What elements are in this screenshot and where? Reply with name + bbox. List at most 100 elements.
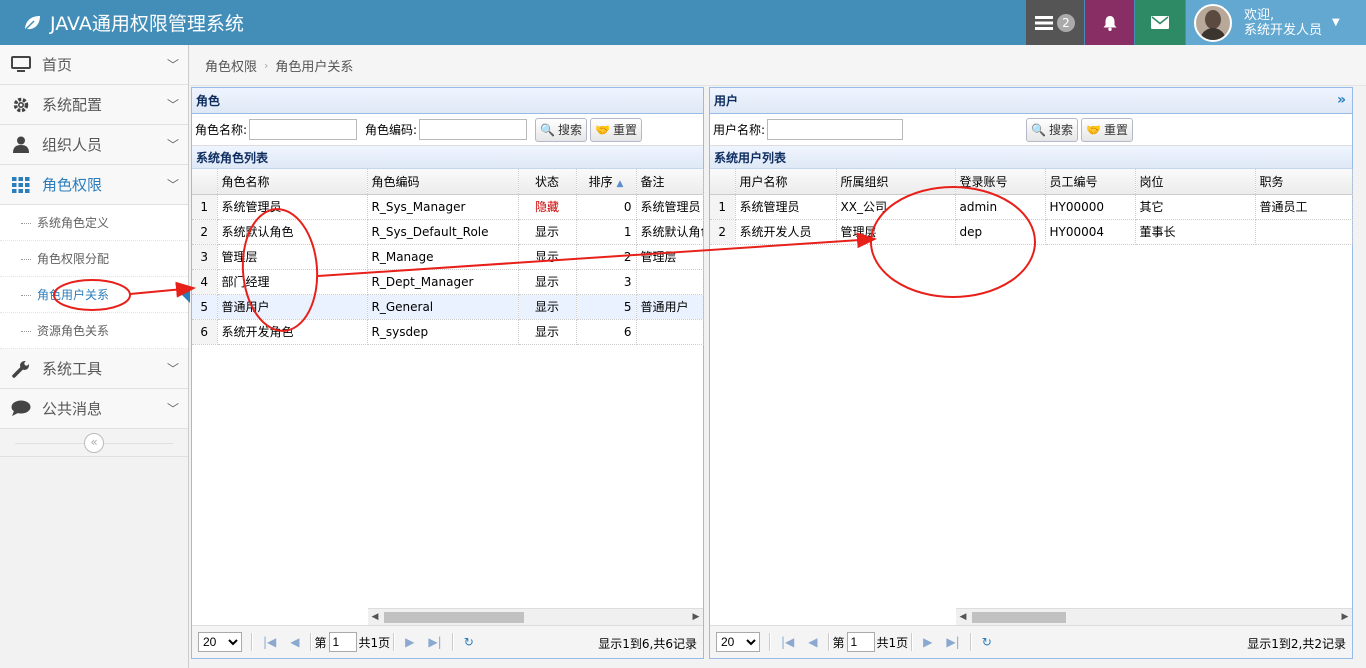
sidebar-subitem-role-definition[interactable]: 系统角色定义 xyxy=(0,205,188,241)
column-header[interactable]: 登录账号 xyxy=(955,169,1046,195)
table-row[interactable]: 2系统默认角色R_Sys_Default_Role显示1系统默认角色 xyxy=(192,219,704,245)
envelope-icon xyxy=(1151,16,1169,29)
row-number-header xyxy=(710,169,736,195)
user-panel-header: 用户 » xyxy=(710,88,1352,114)
table-row[interactable]: 3 管理层 R_Manage 显示 2 管理层 xyxy=(192,244,704,270)
reset-icon: 🤝 xyxy=(595,122,611,137)
role-table: 角色名称 角色编码 状态 排序 ▲ 备注 1 系统管理员 R_Sys_Manager… xyxy=(192,169,704,345)
reset-button-label: 重置 xyxy=(613,123,638,137)
refresh-icon[interactable]: ↻ xyxy=(982,635,992,649)
user-search-button[interactable]: 🔍 搜索 xyxy=(1026,117,1079,142)
chevron-down-icon: ﹀ xyxy=(166,98,179,112)
scroll-right-icon[interactable]: ▶ xyxy=(689,612,703,622)
table-row[interactable]: 4 部门经理 R_Dept_Manager 显示 3 xyxy=(192,269,704,295)
messages-button[interactable] xyxy=(1135,0,1185,45)
page-number-input[interactable] xyxy=(328,632,357,652)
role-panel-header: 角色 xyxy=(192,88,703,114)
user-grid-title: 系统用户列表 xyxy=(710,146,1352,169)
cell-role-name: 系统管理员 xyxy=(217,194,368,220)
refresh-icon[interactable]: ↻ xyxy=(464,635,474,649)
sidebar-subitem-resource-role-relation[interactable]: 资源角色关系 xyxy=(0,313,188,349)
tasks-icon xyxy=(1035,15,1053,30)
cell-login-account: admin xyxy=(955,194,1046,220)
expand-panel-icon[interactable]: » xyxy=(1337,92,1346,108)
table-row[interactable]: 1 系统管理员 XX_公司 admin HY00000 其它 普通员工 xyxy=(710,194,1353,220)
sidebar-subitem-role-user-relation[interactable]: 角色用户关系 xyxy=(0,277,190,313)
collapse-sidebar-button[interactable]: « xyxy=(84,432,104,453)
role-reset-button[interactable]: 🤝 重置 xyxy=(590,117,643,142)
column-header[interactable]: 状态 xyxy=(518,169,577,195)
role-code-input[interactable] xyxy=(419,119,528,140)
cell-employee-number: HY00000 xyxy=(1045,194,1136,220)
first-page-icon[interactable]: |◀ xyxy=(263,635,276,649)
cell-order: 1 xyxy=(576,219,637,245)
page-info: 显示1到2,共2记录 xyxy=(1247,637,1346,651)
breadcrumb-item[interactable]: 角色权限 xyxy=(205,56,257,75)
table-row[interactable]: 2 系统开发人员 管理层 dep HY00004 董事长 xyxy=(710,219,1353,245)
last-page-icon[interactable]: ▶| xyxy=(946,635,959,649)
sidebar-item-label: 公共消息 xyxy=(42,400,103,418)
sidebar-subitem-role-permission-assign[interactable]: 角色权限分配 xyxy=(0,241,188,277)
sidebar-item-system-config[interactable]: 系统配置 ﹀ xyxy=(0,85,188,125)
scroll-left-icon[interactable]: ◀ xyxy=(956,612,970,622)
page-total: 共1页 xyxy=(358,635,391,650)
app-title: JAVA通用权限管理系统 xyxy=(50,13,244,35)
chevron-down-icon: ﹀ xyxy=(166,178,179,192)
role-pager: 20 |◀ ◀ 第 共1页 ▶ ▶| ↻ 显示1到6,共6记录 xyxy=(192,625,703,658)
sidebar-item-system-tools[interactable]: 系统工具 ﹀ xyxy=(0,349,188,389)
user-name-input[interactable] xyxy=(767,119,904,140)
cell-role-code: R_sysdep xyxy=(367,319,519,345)
first-page-icon[interactable]: |◀ xyxy=(781,635,794,649)
page-size-select[interactable]: 20 xyxy=(716,632,760,652)
scroll-thumb[interactable] xyxy=(972,611,1066,623)
column-header[interactable]: 角色名称 xyxy=(217,169,368,195)
role-name-input[interactable] xyxy=(249,119,358,140)
column-header[interactable]: 职务 xyxy=(1255,169,1353,195)
last-page-icon[interactable]: ▶| xyxy=(428,635,441,649)
sidebar-item-organization[interactable]: 组织人员 ﹀ xyxy=(0,125,188,165)
scroll-left-icon[interactable]: ◀ xyxy=(368,612,382,622)
page-number-input[interactable] xyxy=(846,632,875,652)
column-header[interactable]: 所属组织 xyxy=(836,169,956,195)
column-header[interactable]: 岗位 xyxy=(1135,169,1256,195)
column-header-sorted[interactable]: 排序 ▲ xyxy=(576,169,637,195)
sidebar-item-public-messages[interactable]: 公共消息 ﹀ xyxy=(0,389,188,429)
table-row[interactable]: 5 普通用户 R_General 显示 5 普通用户 xyxy=(192,294,704,320)
user-reset-button[interactable]: 🤝 重置 xyxy=(1081,117,1133,142)
row-number: 3 xyxy=(192,244,218,270)
sidebar-item-home[interactable]: 首页 ﹀ xyxy=(0,45,188,85)
cell-organization: 管理层 xyxy=(836,219,956,245)
user-grid-hscrollbar[interactable]: ◀ ▶ xyxy=(956,608,1352,625)
table-row[interactable]: 1 系统管理员 R_Sys_Manager 隐藏 0 系统管理员 xyxy=(192,194,704,220)
column-header[interactable]: 员工编号 xyxy=(1045,169,1136,195)
user-pager: 20 |◀ ◀ 第 共1页 ▶ ▶| ↻ 显示1到2,共2记录 xyxy=(710,625,1352,658)
role-search-button[interactable]: 🔍 搜索 xyxy=(535,117,588,142)
column-header[interactable]: 角色编码 xyxy=(367,169,519,195)
sidebar-item-role-permission[interactable]: 角色权限 ﹀ xyxy=(0,165,188,205)
next-page-icon[interactable]: ▶ xyxy=(405,635,414,649)
column-header[interactable]: 用户名称 xyxy=(735,169,837,195)
table-row[interactable]: 6 系统开发角色 R_sysdep 显示 6 xyxy=(192,319,704,345)
scroll-right-icon[interactable]: ▶ xyxy=(1338,612,1352,622)
scroll-thumb[interactable] xyxy=(384,611,524,623)
app-logo[interactable]: JAVA通用权限管理系统 xyxy=(22,9,244,36)
column-header[interactable]: 备注 xyxy=(636,169,704,195)
next-page-icon[interactable]: ▶ xyxy=(923,635,932,649)
page-size-select[interactable]: 20 xyxy=(198,632,242,652)
user-menu[interactable]: 欢迎, 系统开发人员 ▼ xyxy=(1186,0,1366,45)
user-search-bar: 用户名称: 🔍 搜索 🤝 重置 xyxy=(710,114,1352,146)
chevron-down-icon: ﹀ xyxy=(166,402,179,416)
page-info: 显示1到6,共6记录 xyxy=(598,637,697,651)
prev-page-icon[interactable]: ◀ xyxy=(290,635,299,649)
cell-order: 3 xyxy=(576,269,637,295)
role-grid-hscrollbar[interactable]: ◀ ▶ xyxy=(368,608,703,625)
cell-role-name: 系统默认角色 xyxy=(217,219,368,245)
row-number: 2 xyxy=(710,219,736,245)
cell-status: 显示 xyxy=(518,294,577,320)
tasks-button[interactable]: 2 xyxy=(1026,0,1084,45)
cell-employee-number: HY00004 xyxy=(1045,219,1136,245)
prev-page-icon[interactable]: ◀ xyxy=(808,635,817,649)
notifications-button[interactable] xyxy=(1085,0,1134,45)
reset-button-label: 重置 xyxy=(1103,123,1128,137)
breadcrumb-separator-icon: › xyxy=(264,58,269,72)
